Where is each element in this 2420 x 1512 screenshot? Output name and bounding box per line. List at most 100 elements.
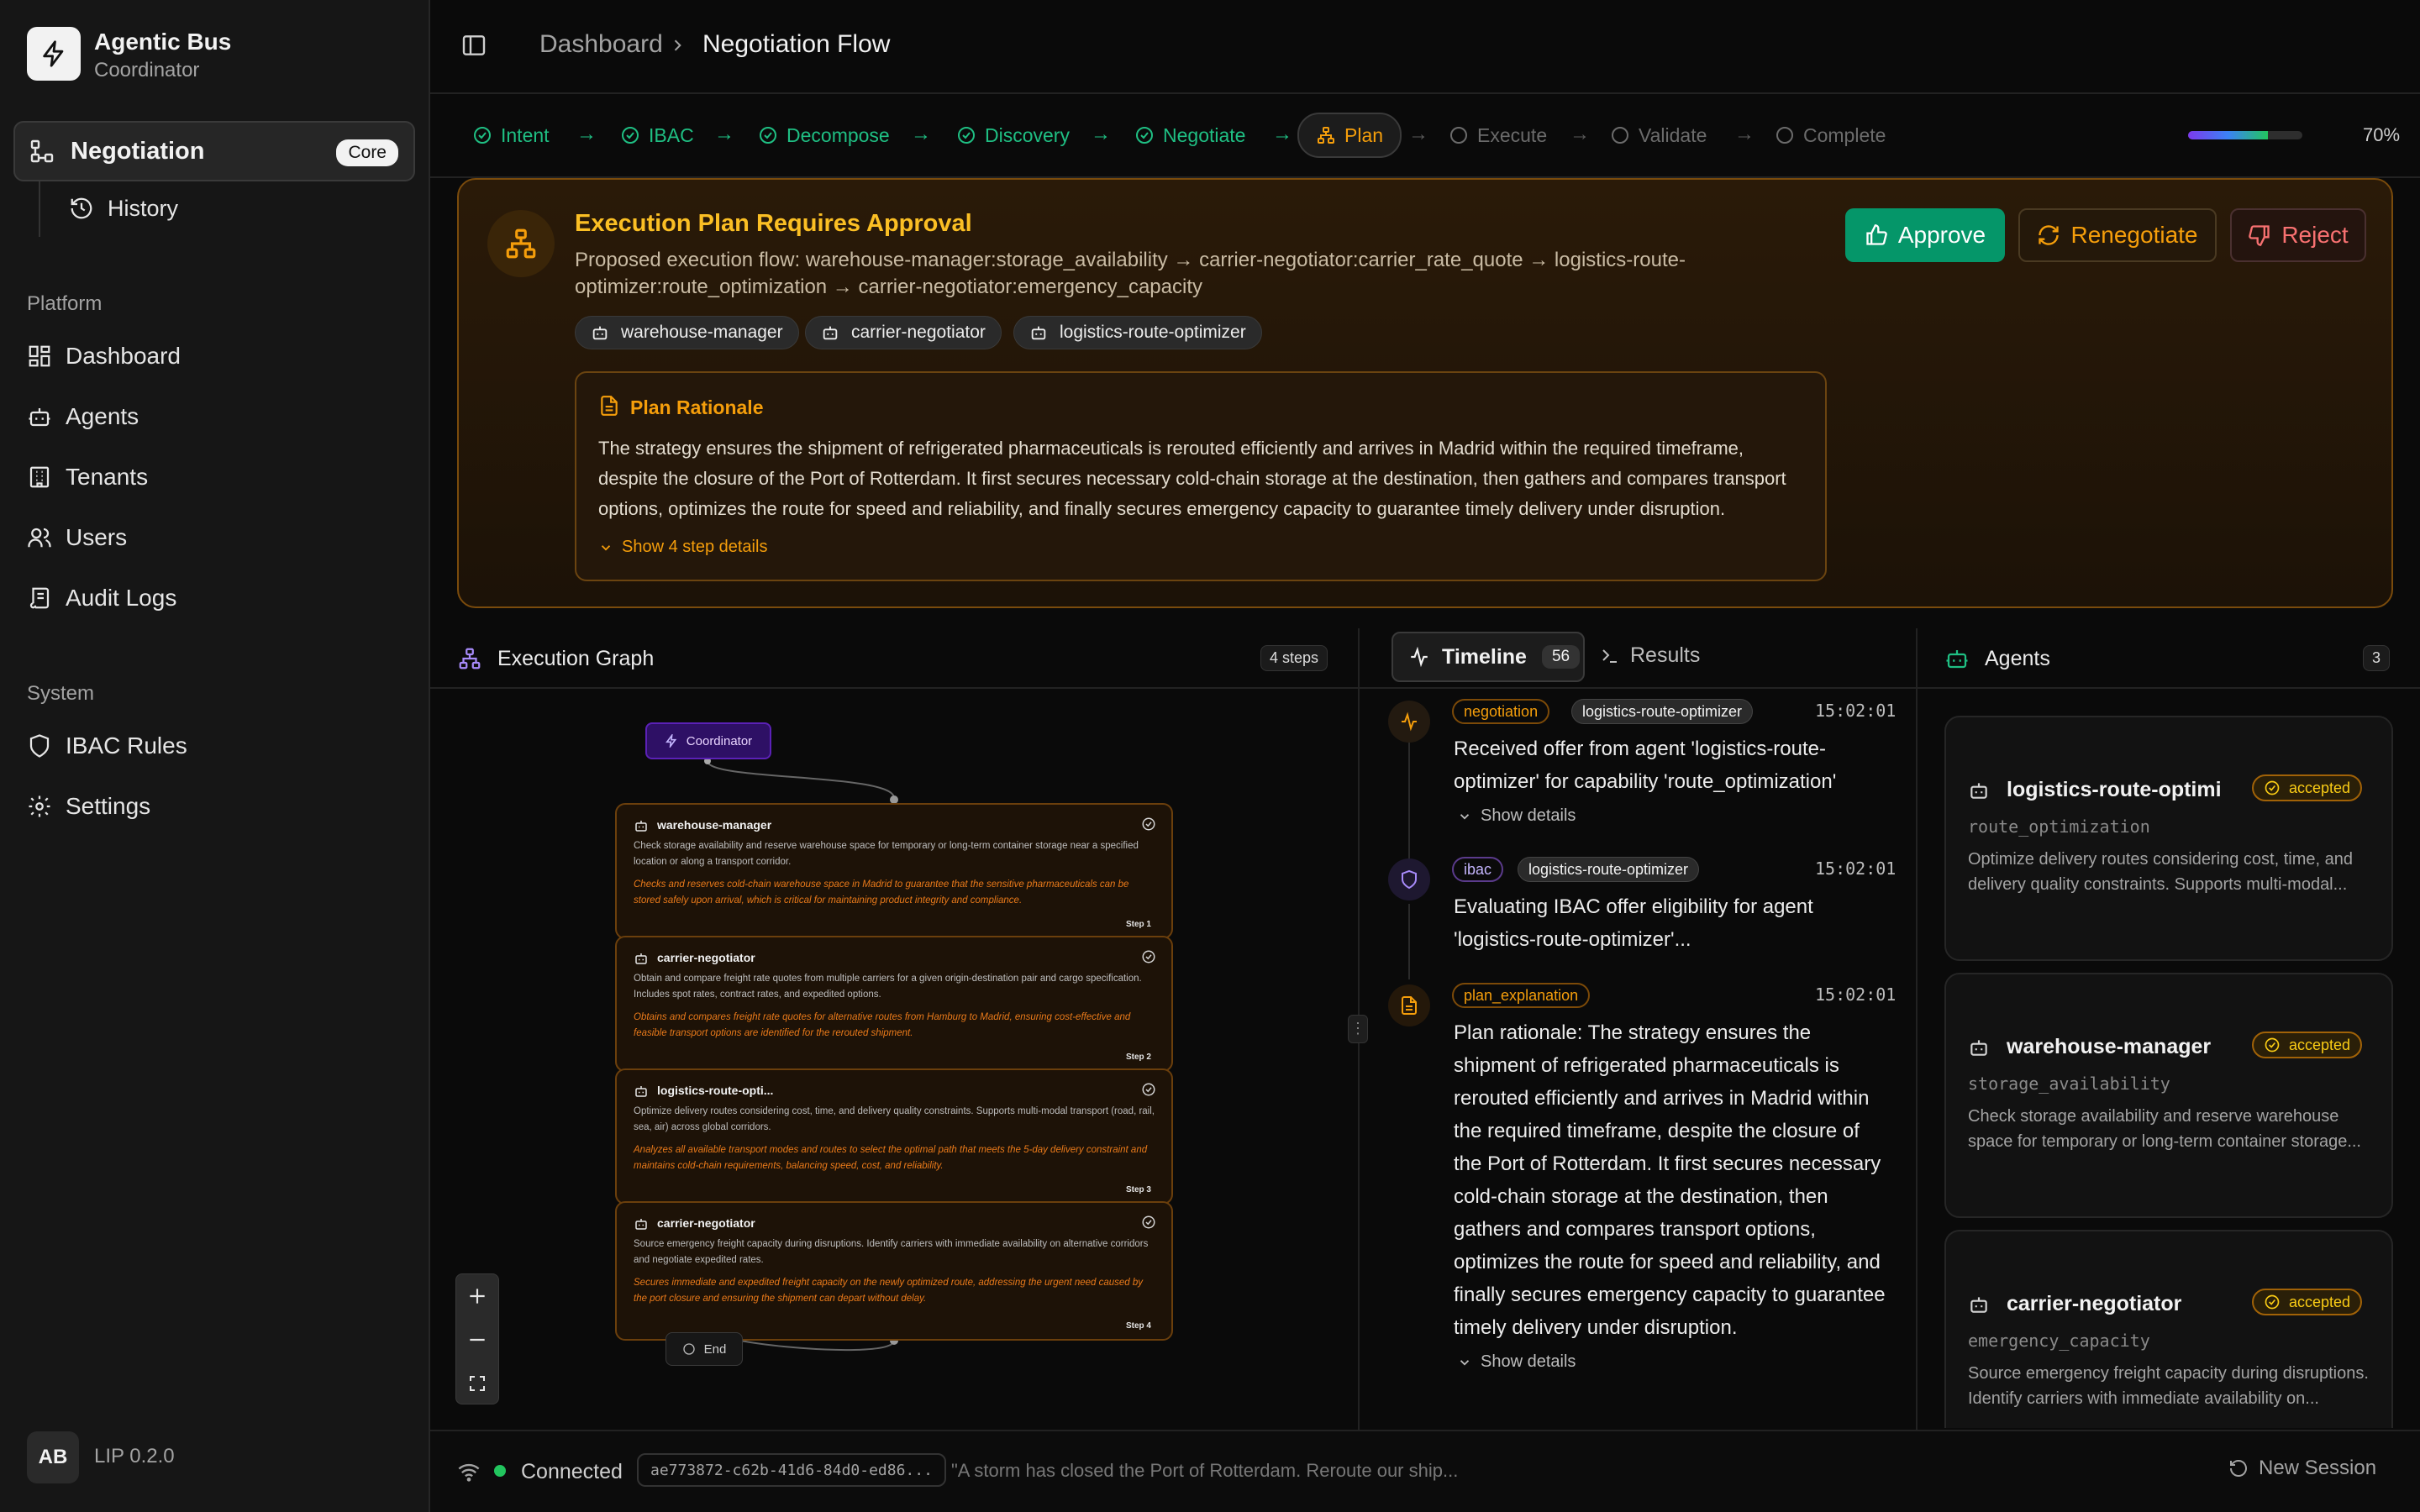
new-session-button[interactable]: New Session [2228, 1457, 2376, 1480]
step-plan[interactable]: Plan [1297, 113, 1402, 158]
agent-card[interactable]: warehouse-manager accepted storage_avail… [1944, 973, 2393, 1218]
graph-node-step-2[interactable]: carrier-negotiator Obtain and compare fr… [615, 936, 1173, 1072]
step-validate[interactable]: Validate [1610, 114, 1707, 156]
renegotiate-button[interactable]: Renegotiate [2018, 208, 2217, 262]
step-label: IBAC [649, 123, 694, 146]
sidebar-item-label: Audit Logs [66, 585, 177, 611]
check-circle-icon [1141, 816, 1156, 832]
step-label: Decompose [786, 123, 890, 146]
sidebar-item-users[interactable]: Users [27, 517, 127, 558]
sidebar-item-dashboard[interactable]: Dashboard [27, 336, 181, 376]
tree-line [39, 181, 40, 237]
status-badge: accepted [2252, 1289, 2363, 1315]
shield-icon [27, 733, 66, 759]
show-step-details-toggle[interactable]: Show 4 step details [598, 538, 767, 557]
event-type-tag: negotiation [1452, 699, 1550, 724]
approve-button[interactable]: Approve [1845, 208, 2005, 262]
sidebar-item-settings[interactable]: Settings [27, 786, 150, 827]
node-description: Optimize delivery routes considering cos… [634, 1106, 1155, 1132]
sidebar-item-label: Negotiation [71, 137, 205, 165]
sidebar-item-agents[interactable]: Agents [27, 396, 139, 437]
breadcrumb-dashboard[interactable]: Dashboard [539, 30, 663, 59]
arrow-right-icon: → [1091, 123, 1111, 145]
button-label: Approve [1897, 222, 1986, 248]
arrow-right-icon: → [576, 123, 597, 145]
step-label: Intent [501, 123, 550, 146]
chip-label: carrier-negotiator [851, 323, 986, 342]
divider [1918, 687, 2420, 689]
connection-status-dot [494, 1465, 506, 1477]
agent-chip[interactable]: logistics-route-optimizer [1013, 316, 1262, 349]
agent-card[interactable]: logistics-route-optimi... accepted route… [1944, 716, 2393, 961]
zoom-out-button[interactable] [456, 1318, 498, 1362]
step-label: Execute [1477, 123, 1548, 146]
check-circle-icon [1141, 1082, 1156, 1097]
agent-capability: emergency_capacity [1968, 1331, 2150, 1351]
progress-label: 70% [2363, 124, 2401, 145]
agent-chip[interactable]: warehouse-manager [575, 316, 799, 349]
event-text: Evaluating IBAC offer eligibility for ag… [1454, 895, 1813, 951]
show-details-toggle[interactable]: Show details [1457, 806, 1576, 826]
zoom-controls [455, 1273, 499, 1404]
section-label-system: System [27, 682, 95, 705]
step-execute[interactable]: Execute [1449, 114, 1547, 156]
step-negotiate[interactable]: Negotiate [1134, 114, 1245, 156]
chip-label: logistics-route-optimizer [1060, 323, 1246, 342]
step-intent[interactable]: Intent [472, 114, 550, 156]
sidebar-item-label: Dashboard [66, 343, 181, 369]
users-icon [27, 525, 66, 550]
zoom-in-button[interactable] [456, 1274, 498, 1318]
agent-card[interactable]: carrier-negotiator accepted emergency_ca… [1944, 1230, 2393, 1428]
check-circle-icon [620, 125, 649, 145]
sidebar: Agentic Bus Coordinator Negotiation Core… [0, 0, 430, 1512]
graph-node-step-1[interactable]: warehouse-manager Check storage availabi… [615, 803, 1173, 939]
avatar[interactable]: AB [27, 1431, 79, 1483]
sidebar-item-tenants[interactable]: Tenants [27, 457, 148, 497]
step-discovery[interactable]: Discovery [956, 114, 1070, 156]
sidebar-item-audit-logs[interactable]: Audit Logs [27, 578, 176, 618]
session-id[interactable]: ae773872-c62b-41d6-84d0-ed86... [637, 1453, 946, 1487]
sidebar-item-ibac-rules[interactable]: IBAC Rules [27, 726, 187, 766]
sidebar-item-label: Tenants [66, 464, 149, 490]
agent-description: Optimize delivery routes considering cos… [1968, 850, 2353, 894]
reject-button[interactable]: Reject [2230, 208, 2366, 262]
app-subtitle: Coordinator [94, 59, 200, 81]
step-number: Step 4 [1125, 1321, 1151, 1331]
node-title: warehouse-manager [657, 818, 772, 832]
coordinator-node[interactable]: Coordinator [645, 722, 771, 759]
history-icon [69, 196, 108, 221]
agent-name: carrier-negotiator [2007, 1292, 2182, 1315]
step-decompose[interactable]: Decompose [758, 114, 890, 156]
graph-node-step-4[interactable]: carrier-negotiator Source emergency frei… [615, 1201, 1173, 1341]
show-details-toggle[interactable]: Show details [1457, 1352, 1576, 1372]
rationale-title: Plan Rationale [630, 396, 764, 418]
step-complete[interactable]: Complete [1775, 114, 1886, 156]
sidebar-toggle-icon[interactable] [460, 32, 487, 59]
chip-label: warehouse-manager [621, 323, 783, 342]
agent-chip[interactable]: carrier-negotiator [805, 316, 1002, 349]
approval-card: Execution Plan Requires Approval Propose… [457, 178, 2393, 608]
timeline-count-badge: 56 [1541, 645, 1581, 669]
bot-icon [634, 951, 649, 966]
fit-view-button[interactable] [456, 1362, 498, 1405]
sidebar-item-label: Users [66, 524, 128, 550]
sidebar-item-negotiation[interactable]: Negotiation Core [13, 121, 415, 181]
panel-title: Agents [1985, 646, 2050, 670]
node-reasoning: Analyzes all available transport modes a… [634, 1145, 1148, 1171]
tab-results[interactable]: Results [1600, 643, 1700, 668]
tab-timeline[interactable]: Timeline 56 [1392, 632, 1585, 682]
step-label: Validate [1639, 123, 1707, 146]
bolt-icon[interactable] [27, 27, 81, 81]
graph-node-step-3[interactable]: logistics-route-opti... Optimize deliver… [615, 1068, 1173, 1205]
workflow-icon [457, 646, 482, 671]
agents-header: Agents [1944, 638, 2050, 679]
sidebar-item-label: IBAC Rules [66, 732, 187, 759]
agent-name: logistics-route-optimi... [2007, 778, 2222, 801]
step-ibac[interactable]: IBAC [620, 114, 694, 156]
chevron-down-icon [1457, 1355, 1481, 1370]
agent-name: warehouse-manager [2007, 1035, 2212, 1058]
sidebar-item-history[interactable]: History [69, 188, 178, 228]
connection-status: Connected [521, 1460, 623, 1483]
agent-capability: route_optimization [1968, 816, 2150, 837]
end-node[interactable]: End [666, 1332, 743, 1366]
